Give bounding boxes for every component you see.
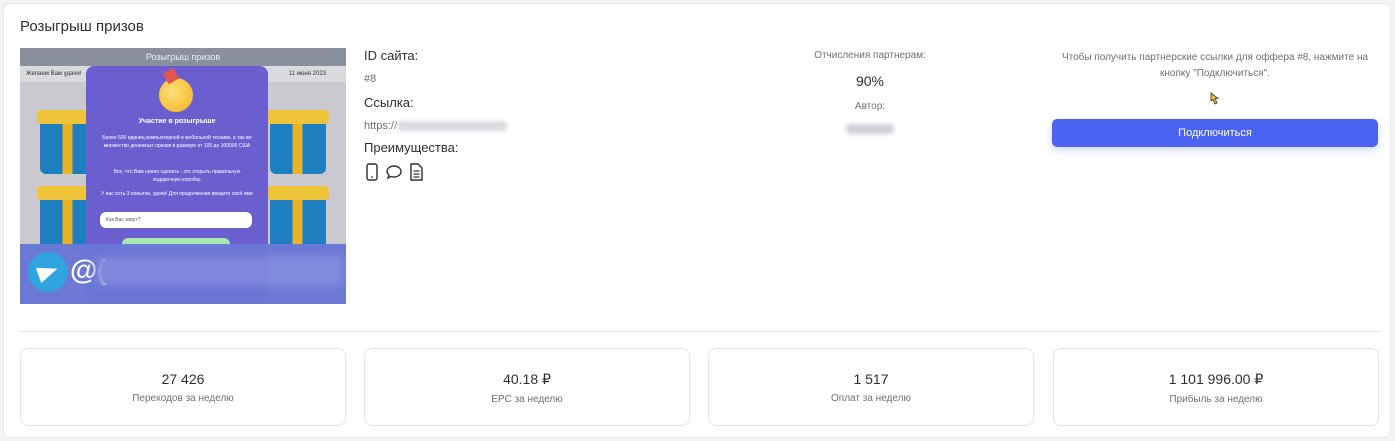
gift-box-icon (267, 110, 329, 174)
gift-box-icon (267, 186, 329, 250)
stat-caption: EPC за неделю (491, 394, 563, 405)
stat-caption: Прибыль за неделю (1169, 394, 1263, 405)
offer-info: ID сайта: #8 Ссылка: https:// Преимущест… (364, 48, 724, 181)
stat-value: 1 101 996.00 ₽ (1168, 371, 1264, 387)
commission-block: Отчисления партнерам: 90% Автор: (770, 50, 970, 139)
offer-preview-image: Розыгрыш призов Желаем Вам удачи! 11 июн… (20, 48, 346, 304)
connect-button[interactable]: Подключиться (1052, 119, 1378, 147)
preview-right-text: 11 июня 2023 (288, 71, 326, 77)
modal-text: Более 500 единиц компьютерной и мобильно… (102, 135, 252, 149)
chat-icon (386, 165, 402, 180)
section-divider (20, 331, 1380, 332)
telegram-handle-blurred (96, 256, 342, 286)
modal-name-input: Как Вас зовут? (100, 212, 252, 228)
connect-block: Чтобы получить партнерские ссылки для оф… (1052, 50, 1378, 147)
site-id-label: ID сайта: (364, 48, 419, 63)
advantages-icons (364, 163, 724, 181)
commission-label: Отчисления партнерам: (814, 50, 926, 61)
author-value-blurred (846, 124, 894, 134)
telegram-icon (28, 252, 68, 292)
preview-header: Розыгрыш призов (20, 48, 346, 66)
advantages-label: Преимущества: (364, 140, 459, 155)
offer-card: Розыгрыш призов Розыгрыш призов Желаем В… (3, 3, 1391, 438)
link-prefix: https:// (364, 120, 398, 132)
stat-value: 40.18 ₽ (503, 371, 551, 387)
modal-text-2: Все, что Вам нужно сделать - это открыть… (113, 169, 241, 183)
weekly-stats: 27 426 Переходов за неделю 40.18 ₽ EPC з… (20, 348, 1380, 426)
stat-caption: Переходов за неделю (132, 393, 234, 404)
stat-payments: 1 517 Оплат за неделю (708, 348, 1034, 426)
link-value[interactable]: https:// (364, 120, 724, 132)
site-id-value: #8 (364, 73, 377, 85)
stat-value: 1 517 (853, 371, 889, 387)
stat-clicks: 27 426 Переходов за неделю (20, 348, 346, 426)
commission-value: 90% (855, 73, 885, 89)
offer-title: Розыгрыш призов (20, 18, 144, 35)
connect-hint: Чтобы получить партнерские ссылки для оф… (1061, 52, 1369, 79)
stat-epc: 40.18 ₽ EPC за неделю (364, 348, 690, 426)
stat-value: 27 426 (161, 371, 205, 387)
telegram-watermark: @( (20, 244, 346, 304)
link-blurred (397, 121, 508, 132)
document-icon (410, 163, 423, 181)
stat-profit: 1 101 996.00 ₽ Прибыль за неделю (1053, 348, 1379, 426)
party-emoji-icon (159, 78, 193, 112)
preview-left-text: Желаем Вам удачи! (26, 71, 82, 77)
pointer-cursor-icon (1210, 92, 1220, 105)
link-label: Ссылка: (364, 95, 414, 110)
author-label: Автор: (854, 101, 886, 112)
modal-title: Участие в розыгрыше (138, 118, 216, 125)
modal-text-3: У вас есть 3 попытки, удачи! Для продолж… (101, 191, 253, 197)
stat-caption: Оплат за неделю (831, 393, 911, 404)
mobile-icon (366, 163, 378, 181)
